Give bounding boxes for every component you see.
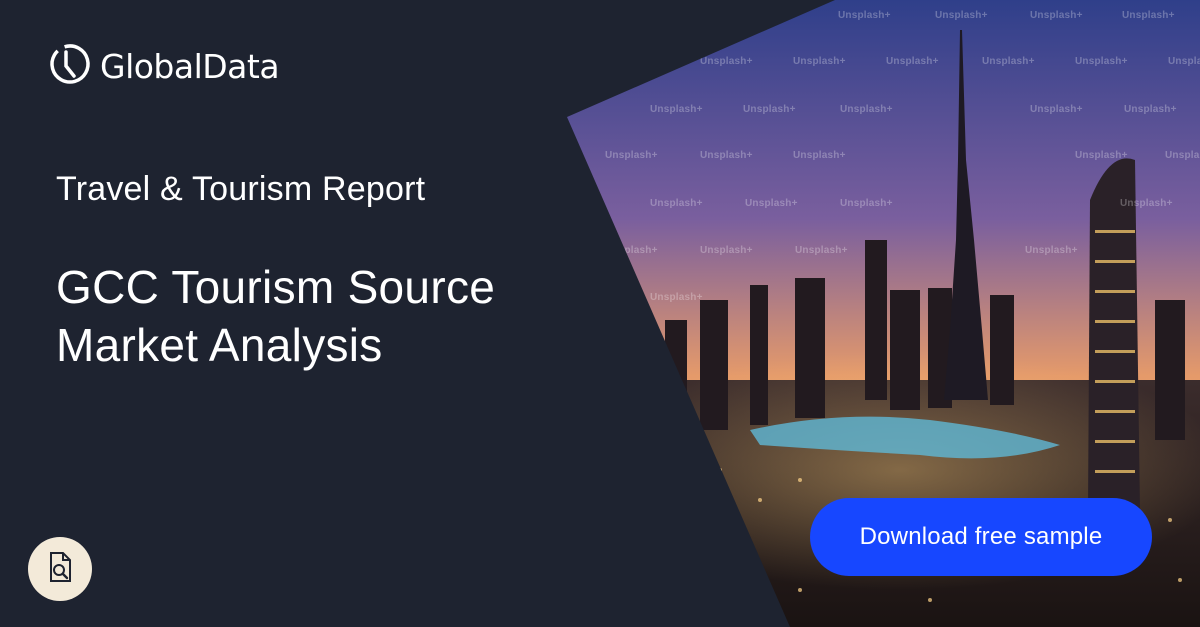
report-title: GCC Tourism Source Market Analysis: [56, 261, 496, 371]
report-category: Travel & Tourism Report: [56, 170, 426, 208]
globaldata-logo-icon: [48, 42, 92, 91]
globaldata-logo[interactable]: GlobalData: [48, 42, 280, 91]
document-search-icon: [43, 550, 77, 589]
download-sample-button[interactable]: Download free sample: [810, 498, 1152, 576]
document-search-button[interactable]: [28, 537, 92, 601]
brand-name: GlobalData: [100, 46, 280, 86]
